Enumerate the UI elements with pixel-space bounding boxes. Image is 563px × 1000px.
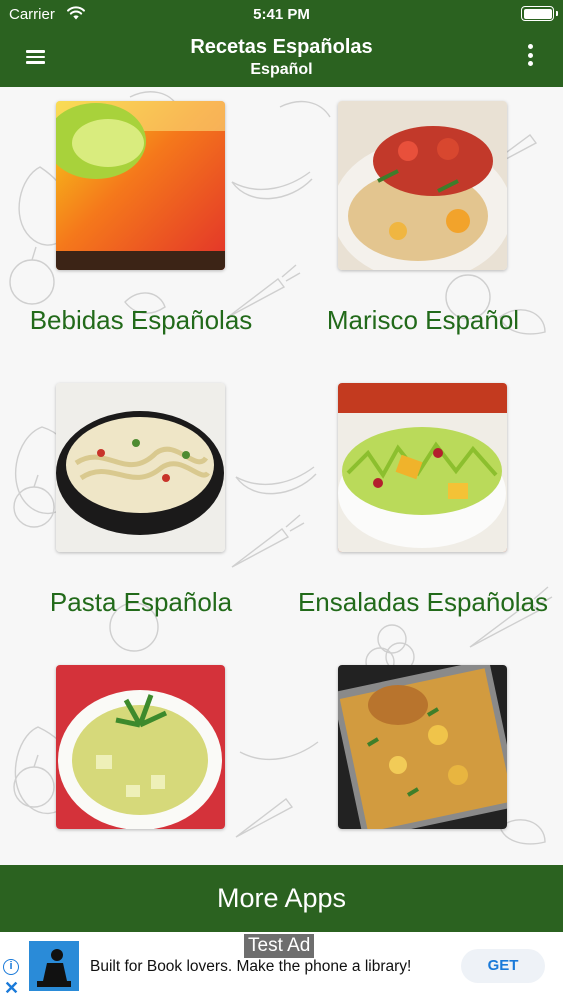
ad-close-icon[interactable]: ✕ bbox=[4, 978, 19, 999]
category-card-pasta[interactable]: Pasta Española bbox=[0, 369, 282, 651]
category-card-marisco[interactable]: Marisco Español bbox=[282, 87, 563, 369]
drink-image bbox=[56, 101, 225, 270]
soup-image bbox=[56, 665, 225, 829]
category-card-ensaladas[interactable]: Ensaladas Españolas bbox=[282, 369, 563, 651]
test-ad-badge: Test Ad bbox=[244, 934, 315, 958]
more-options-icon[interactable] bbox=[527, 44, 535, 70]
page-title: Recetas Españolas bbox=[190, 36, 373, 58]
chicken-image bbox=[338, 665, 507, 829]
more-apps-button[interactable]: More Apps bbox=[0, 865, 563, 932]
seafood-image bbox=[338, 101, 507, 270]
ad-info-icon[interactable]: i bbox=[3, 959, 19, 975]
category-label: Ensaladas Españolas bbox=[297, 587, 549, 617]
battery-icon bbox=[521, 6, 554, 21]
ad-get-button[interactable]: GET bbox=[461, 949, 545, 983]
nav-bar: Recetas Españolas Español bbox=[0, 28, 563, 87]
category-card-sopa[interactable] bbox=[0, 651, 282, 865]
ad-app-logo bbox=[29, 941, 79, 991]
category-card-carne[interactable] bbox=[282, 651, 563, 865]
status-time: 5:41 PM bbox=[253, 6, 310, 23]
category-label: Marisco Español bbox=[326, 305, 520, 335]
ad-banner[interactable]: i ✕ Built for Book lovers. Make the phon… bbox=[0, 932, 563, 1000]
category-label: Pasta Española bbox=[49, 587, 233, 617]
salad-image bbox=[338, 383, 507, 552]
category-card-bebidas[interactable]: Bebidas Españolas bbox=[0, 87, 282, 369]
battery-tip bbox=[556, 11, 558, 16]
page-subtitle: Español bbox=[250, 61, 313, 78]
category-label: Bebidas Españolas bbox=[29, 305, 253, 335]
ad-text: Built for Book lovers. Make the phone a … bbox=[90, 958, 412, 975]
category-grid: Bebidas Españolas Marisco Español Pasta … bbox=[0, 87, 563, 865]
pasta-image bbox=[56, 383, 225, 552]
status-bar: Carrier 5:41 PM bbox=[0, 0, 563, 28]
